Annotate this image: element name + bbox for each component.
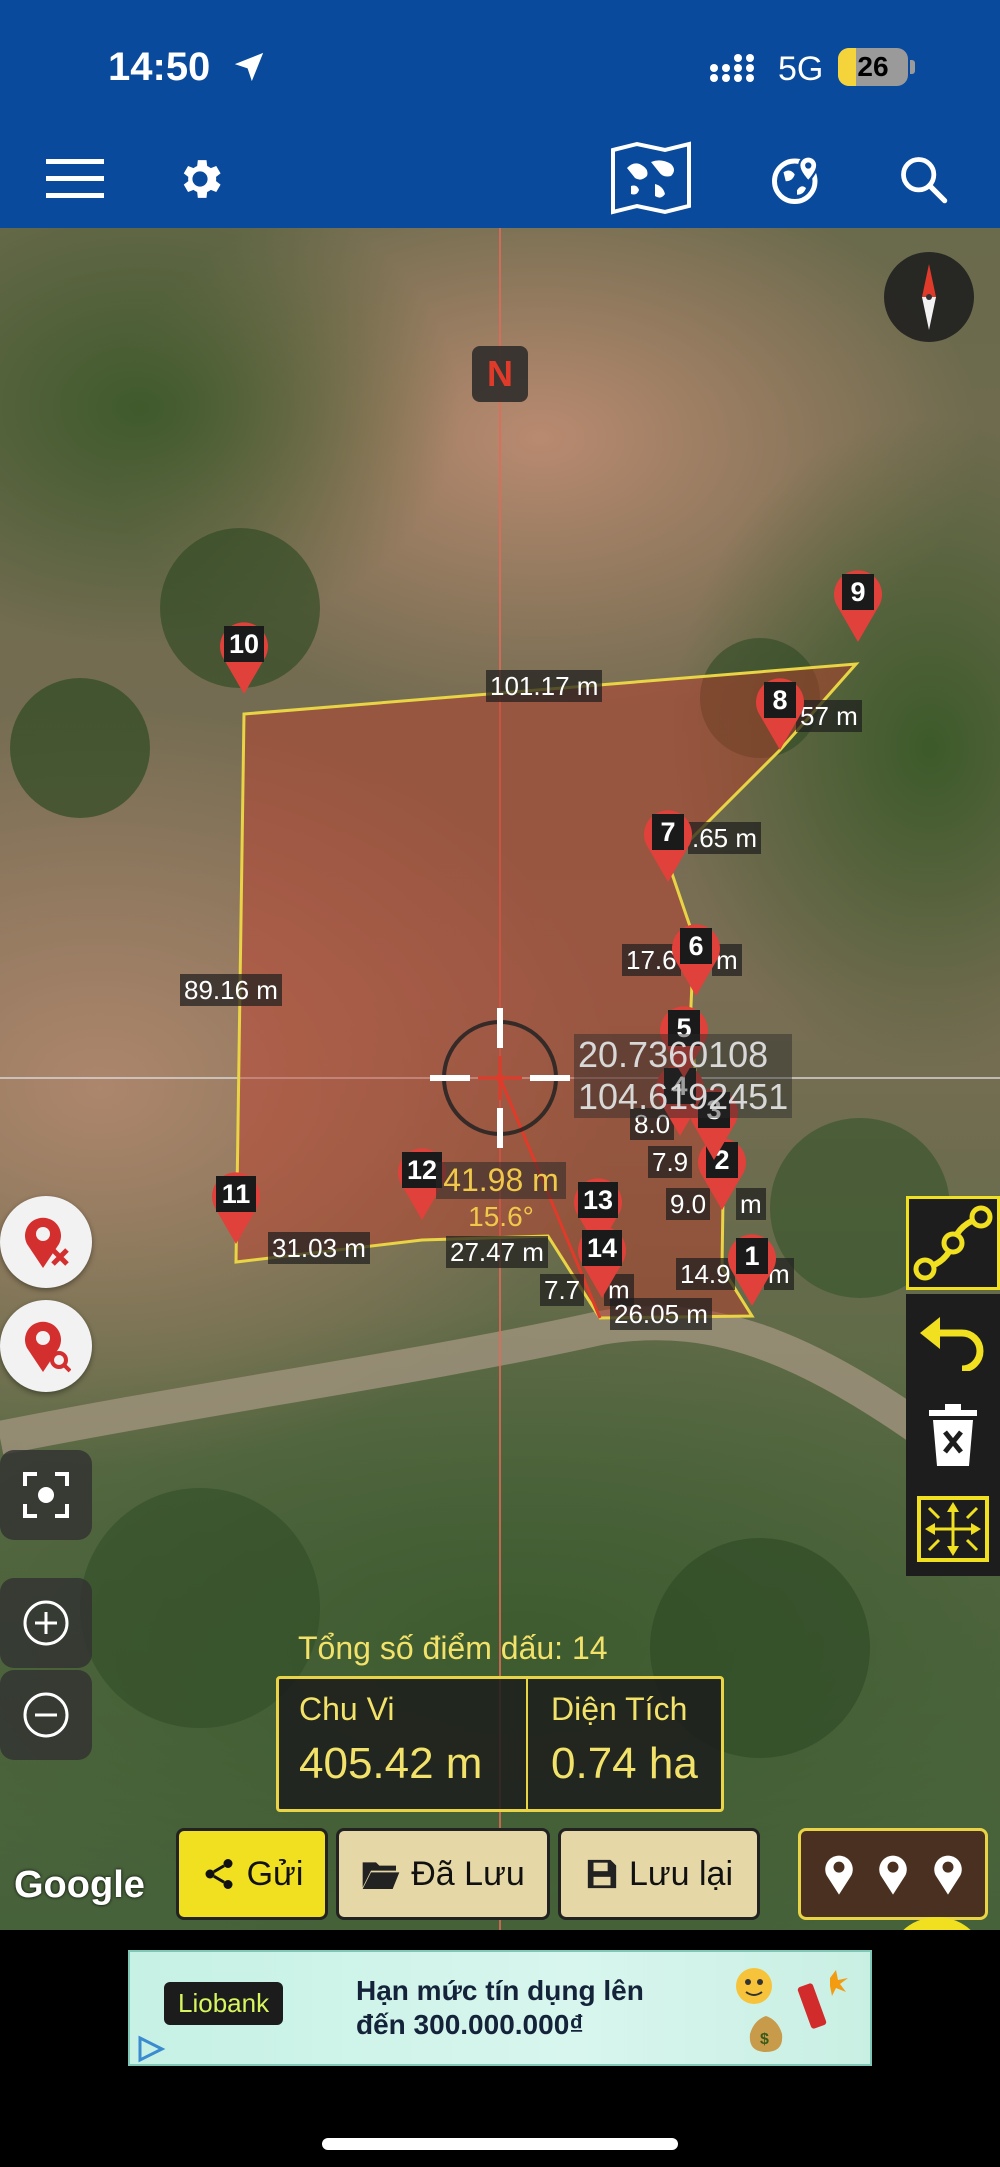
ad-choices-icon[interactable] [134, 2034, 166, 2064]
point-marker-1[interactable]: 1 [722, 1228, 782, 1308]
network-type: 5G [778, 50, 824, 88]
draw-line-tool[interactable] [906, 1196, 1000, 1290]
folder-icon [362, 1862, 400, 1889]
delete-icon[interactable] [906, 1388, 1000, 1482]
map-overlay [0, 228, 1000, 1930]
ad-brand: Liobank [164, 1982, 284, 2025]
save-label: Lưu lại [628, 1854, 734, 1893]
signal-icon [710, 54, 754, 82]
point-marker-label: 7 [652, 814, 684, 850]
distance-label: 27.47 m [446, 1236, 548, 1268]
compass-icon[interactable] [884, 252, 974, 342]
top-toolbar [0, 130, 1000, 228]
perimeter-label: Chu Vi [299, 1691, 395, 1727]
send-button[interactable]: Gửi [176, 1828, 328, 1920]
map-pin-icon [824, 1855, 853, 1895]
battery-icon: 26 [838, 48, 908, 86]
perimeter-value: 405.42 m [299, 1739, 483, 1788]
google-attribution: Google [14, 1864, 145, 1906]
point-marker-11[interactable]: 11 [206, 1166, 266, 1246]
point-marker-9[interactable]: 9 [828, 564, 888, 644]
distance-label: 31.03 m [268, 1232, 370, 1264]
ad-illustration-icon: $ [736, 1968, 848, 2052]
menu-icon[interactable] [40, 144, 110, 214]
status-time: 14:50 [108, 45, 211, 89]
status-bar: 14:50 5G 26 [0, 0, 1000, 130]
map-pin-icon [933, 1855, 962, 1895]
settings-icon[interactable] [165, 144, 235, 214]
total-points-label: Tổng số điểm dấu: 14 [298, 1630, 608, 1666]
focus-frame-button[interactable] [0, 1450, 92, 1540]
measure-angle: 15.6° [468, 1201, 534, 1232]
globe-location-icon[interactable] [762, 144, 832, 214]
battery-tip [910, 60, 915, 74]
ad-line-1: Hạn mức tín dụng lên [356, 1975, 644, 2006]
area-value: 0.74 ha [551, 1739, 698, 1788]
summary-divider [526, 1679, 528, 1809]
distance-label: 89.16 m [180, 974, 282, 1006]
location-arrow-icon [234, 52, 264, 82]
distance-label: 101.17 m [486, 670, 603, 702]
satellite-map[interactable]: N 101.17 m 57 m .65 m 17.6 m 89.16 m 8.0… [0, 228, 1000, 1930]
point-marker-label: 9 [842, 574, 874, 610]
svg-text:$: $ [760, 2031, 769, 2048]
remove-point-button[interactable] [0, 1196, 92, 1288]
measure-readout: 41.98 m 15.6° [436, 1162, 566, 1233]
saved-label: Đã Lưu [411, 1854, 525, 1893]
share-icon [205, 1859, 233, 1889]
point-marker-label: 13 [578, 1182, 618, 1218]
longitude-readout: 104.6192451 [574, 1076, 793, 1118]
point-marker-label: 11 [216, 1176, 256, 1212]
undo-icon[interactable] [906, 1294, 1000, 1388]
point-marker-label: 6 [680, 928, 712, 964]
find-point-button[interactable] [0, 1300, 92, 1392]
point-marker-7[interactable]: 7 [638, 804, 698, 884]
point-marker-label: 14 [582, 1230, 622, 1266]
saved-button[interactable]: Đã Lưu [336, 1828, 550, 1920]
search-icon[interactable] [888, 144, 958, 214]
map-pin-icon [879, 1855, 907, 1895]
center-coordinates: 20.7360108 104.6192451 [574, 1034, 793, 1118]
home-indicator [322, 2138, 678, 2150]
point-marker-8[interactable]: 8 [750, 672, 810, 752]
send-label: Gửi [246, 1854, 304, 1893]
point-marker-10[interactable]: 10 [214, 616, 274, 696]
north-marker: N [472, 346, 528, 402]
point-marker-label: 10 [224, 626, 264, 662]
summary-panel: Chu Vi 405.42 m Diện Tích 0.74 ha [276, 1676, 724, 1812]
save-button[interactable]: Lưu lại [558, 1828, 760, 1920]
measure-length: 41.98 m [436, 1162, 566, 1199]
zoom-in-button[interactable] [0, 1578, 92, 1668]
point-marker-14[interactable]: 14 [572, 1220, 632, 1300]
point-marker-label: 8 [764, 682, 796, 718]
area-label: Diện Tích [551, 1691, 688, 1727]
zoom-out-button[interactable] [0, 1670, 92, 1760]
floppy-icon [587, 1859, 617, 1889]
distance-label: 26.05 m [610, 1298, 712, 1330]
battery-level: 26 [857, 51, 889, 82]
ad-banner[interactable]: Liobank Hạn mức tín dụng lên đến 300.000… [128, 1950, 872, 2066]
distance-label: .65 m [688, 822, 762, 854]
point-marker-6[interactable]: 6 [666, 918, 726, 998]
ad-headline: Hạn mức tín dụng lên đến 300.000.000₫ [356, 1974, 686, 2042]
latitude-readout: 20.7360108 [574, 1034, 793, 1076]
ad-line-2: đến 300.000.000₫ [356, 2009, 584, 2040]
show-markers-button[interactable] [798, 1828, 988, 1920]
ad-area: Liobank Hạn mức tín dụng lên đến 300.000… [0, 1930, 1000, 2167]
my-location-button[interactable] [886, 1916, 988, 1930]
map-layers-icon[interactable] [606, 138, 696, 218]
expand-fit-icon[interactable] [906, 1482, 1000, 1576]
point-marker-label: 1 [736, 1238, 768, 1274]
